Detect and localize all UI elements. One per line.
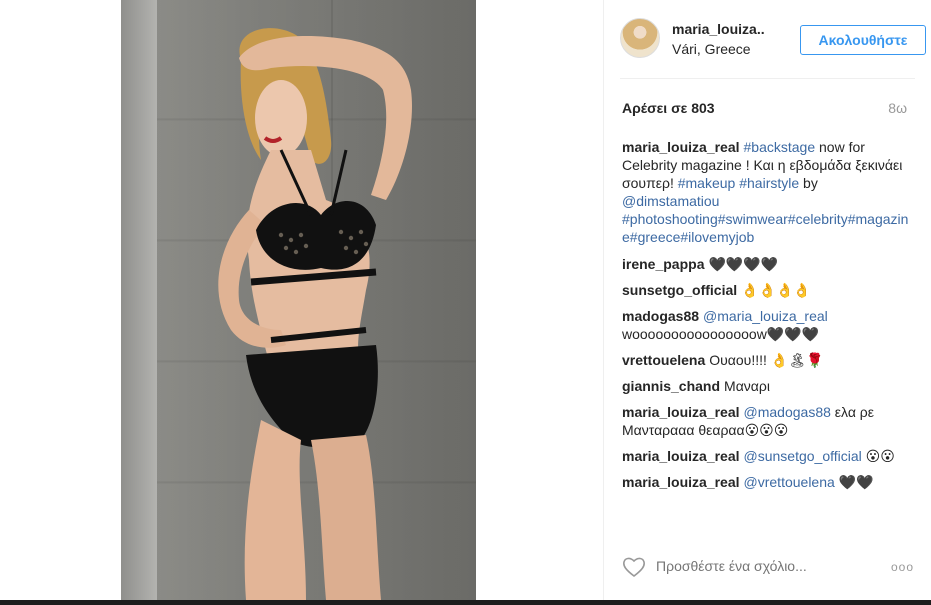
comments-list: maria_louiza_real #backstage now for Cele… (622, 138, 914, 499)
post-age[interactable]: 8ω (888, 100, 907, 116)
comment-username[interactable]: giannis_chand (622, 378, 720, 394)
post-header: maria_louiza.. Vári, Greece Ακολουθήστε (620, 18, 926, 60)
hashtag[interactable]: #ilovemyjob (680, 229, 754, 245)
photo-figure (218, 28, 412, 600)
comment-item: sunsetgo_official 👌👌👌👌 (622, 281, 914, 299)
avatar[interactable] (620, 18, 660, 58)
comment-item: maria_louiza_real @vrettouelena 🖤🖤 (622, 473, 914, 491)
comment-username[interactable]: madogas88 (622, 308, 699, 324)
caption-username[interactable]: maria_louiza_real (622, 139, 740, 155)
hashtag[interactable]: #swimwear (718, 211, 788, 227)
follow-button[interactable]: Ακολουθήστε (800, 25, 926, 55)
post-sidebar: maria_louiza.. Vári, Greece Ακολουθήστε … (603, 0, 931, 600)
hashtag[interactable]: #hairstyle (739, 175, 799, 191)
comment-text: Ουαου!!!! 👌🏝🌹 (709, 352, 824, 368)
comment-text: 🖤🖤 (838, 474, 874, 490)
hashtag[interactable]: #backstage (744, 139, 816, 155)
comment-username[interactable]: maria_louiza_real (622, 474, 740, 490)
comment-item: maria_louiza_real @madogas88 ελα ρε Μαντα… (622, 403, 914, 439)
comment-text: woooooooooooooooow🖤🖤🖤 (622, 326, 820, 342)
comment-text: 🖤🖤🖤🖤 (708, 256, 779, 272)
heart-icon[interactable] (622, 556, 646, 578)
hashtag[interactable]: #greece (630, 229, 681, 245)
mention[interactable]: @dimstamatiou (622, 193, 719, 209)
post-photo[interactable] (121, 0, 476, 600)
comment-username[interactable]: sunsetgo_official (622, 282, 737, 298)
mention[interactable]: @sunsetgo_official (744, 448, 862, 464)
hashtag[interactable]: #photoshooting (622, 211, 718, 227)
hashtag[interactable]: #makeup (678, 175, 736, 191)
comment-text: 👌👌👌👌 (741, 282, 811, 298)
mention[interactable]: @vrettouelena (744, 474, 835, 490)
comment-text: Μαναρι (724, 378, 770, 394)
bottom-strip (0, 600, 931, 605)
comment-item: madogas88 @maria_louiza_real wooooooooooo… (622, 307, 914, 343)
post-photo-pane (0, 0, 603, 605)
comment-item: irene_pappa 🖤🖤🖤🖤 (622, 255, 914, 273)
caption-text: by (799, 175, 818, 191)
likes-count[interactable]: Αρέσει σε 803 (622, 100, 715, 116)
comment-username[interactable]: maria_louiza_real (622, 404, 740, 420)
mention[interactable]: @madogas88 (744, 404, 831, 420)
mention[interactable]: @maria_louiza_real (703, 308, 828, 324)
comment-username[interactable]: maria_louiza_real (622, 448, 740, 464)
comment-username[interactable]: irene_pappa (622, 256, 704, 272)
comment-item: vrettouelena Ουαου!!!! 👌🏝🌹 (622, 351, 914, 369)
comment-text: 😮😮 (865, 448, 895, 464)
comment-item: maria_louiza_real @sunsetgo_official 😮😮 (622, 447, 914, 465)
header-location[interactable]: Vári, Greece (672, 41, 751, 57)
hashtag[interactable]: #celebrity (788, 211, 848, 227)
header-divider (620, 78, 915, 79)
add-comment-bar: ooo (622, 556, 914, 580)
more-options-icon[interactable]: ooo (891, 560, 914, 574)
comment-input[interactable] (656, 558, 846, 574)
comment-username[interactable]: vrettouelena (622, 352, 705, 368)
header-username[interactable]: maria_louiza.. (672, 21, 765, 37)
caption: maria_louiza_real #backstage now for Cele… (622, 138, 914, 246)
comment-item: giannis_chand Μαναρι (622, 377, 914, 395)
